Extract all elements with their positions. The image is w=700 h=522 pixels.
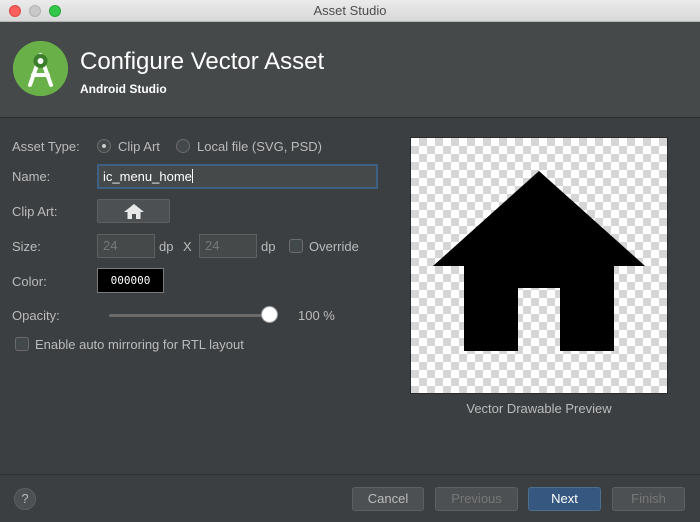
android-studio-logo-icon bbox=[13, 41, 68, 96]
dialog-title: Configure Vector Asset bbox=[80, 48, 325, 75]
dialog-header: Configure Vector Asset Android Studio bbox=[0, 22, 700, 118]
size-label: Size: bbox=[12, 239, 41, 254]
finish-button[interactable]: Finish bbox=[612, 487, 685, 511]
name-label: Name: bbox=[12, 169, 51, 184]
opacity-value: 100 % bbox=[298, 308, 335, 323]
vector-preview bbox=[410, 137, 668, 394]
opacity-slider-track[interactable] bbox=[109, 314, 271, 317]
height-input[interactable]: 24 bbox=[199, 234, 257, 258]
preview-caption: Vector Drawable Preview bbox=[466, 401, 612, 416]
color-label: Color: bbox=[12, 274, 47, 289]
opacity-label: Opacity: bbox=[12, 308, 60, 323]
rtl-mirroring-checkbox[interactable] bbox=[15, 337, 29, 351]
window-titlebar: Asset Studio bbox=[0, 0, 700, 22]
cancel-button[interactable]: Cancel bbox=[352, 487, 424, 511]
home-icon bbox=[433, 171, 645, 351]
clip-art-label: Clip Art: bbox=[12, 204, 58, 219]
opacity-slider-thumb[interactable] bbox=[261, 306, 278, 323]
radio-local-file-label[interactable]: Local file (SVG, PSD) bbox=[197, 139, 322, 154]
clip-art-picker-button[interactable] bbox=[97, 199, 170, 223]
name-input-value: ic_menu_home bbox=[103, 169, 192, 184]
height-unit: dp bbox=[261, 239, 276, 254]
help-button[interactable]: ? bbox=[14, 488, 36, 510]
close-window-button[interactable] bbox=[9, 5, 21, 17]
color-picker-button[interactable]: 000000 bbox=[97, 268, 164, 293]
override-checkbox[interactable] bbox=[289, 239, 303, 253]
name-input[interactable]: ic_menu_home bbox=[97, 164, 378, 189]
width-unit: dp bbox=[159, 239, 174, 254]
size-separator: X bbox=[183, 239, 192, 254]
footer-divider bbox=[0, 474, 700, 475]
width-input[interactable]: 24 bbox=[97, 234, 155, 258]
next-button[interactable]: Next bbox=[528, 487, 601, 511]
override-label[interactable]: Override bbox=[309, 239, 359, 254]
maximize-window-button[interactable] bbox=[49, 5, 61, 17]
previous-button[interactable]: Previous bbox=[435, 487, 518, 511]
radio-local-file[interactable] bbox=[176, 139, 190, 153]
rtl-mirroring-label[interactable]: Enable auto mirroring for RTL layout bbox=[35, 337, 244, 352]
home-icon bbox=[124, 204, 144, 219]
radio-clip-art[interactable] bbox=[97, 139, 111, 153]
window-title: Asset Studio bbox=[313, 3, 387, 18]
radio-clip-art-label[interactable]: Clip Art bbox=[118, 139, 160, 154]
asset-type-label: Asset Type: bbox=[12, 139, 80, 154]
minimize-window-button[interactable] bbox=[29, 5, 41, 17]
dialog-subtitle: Android Studio bbox=[80, 82, 167, 96]
